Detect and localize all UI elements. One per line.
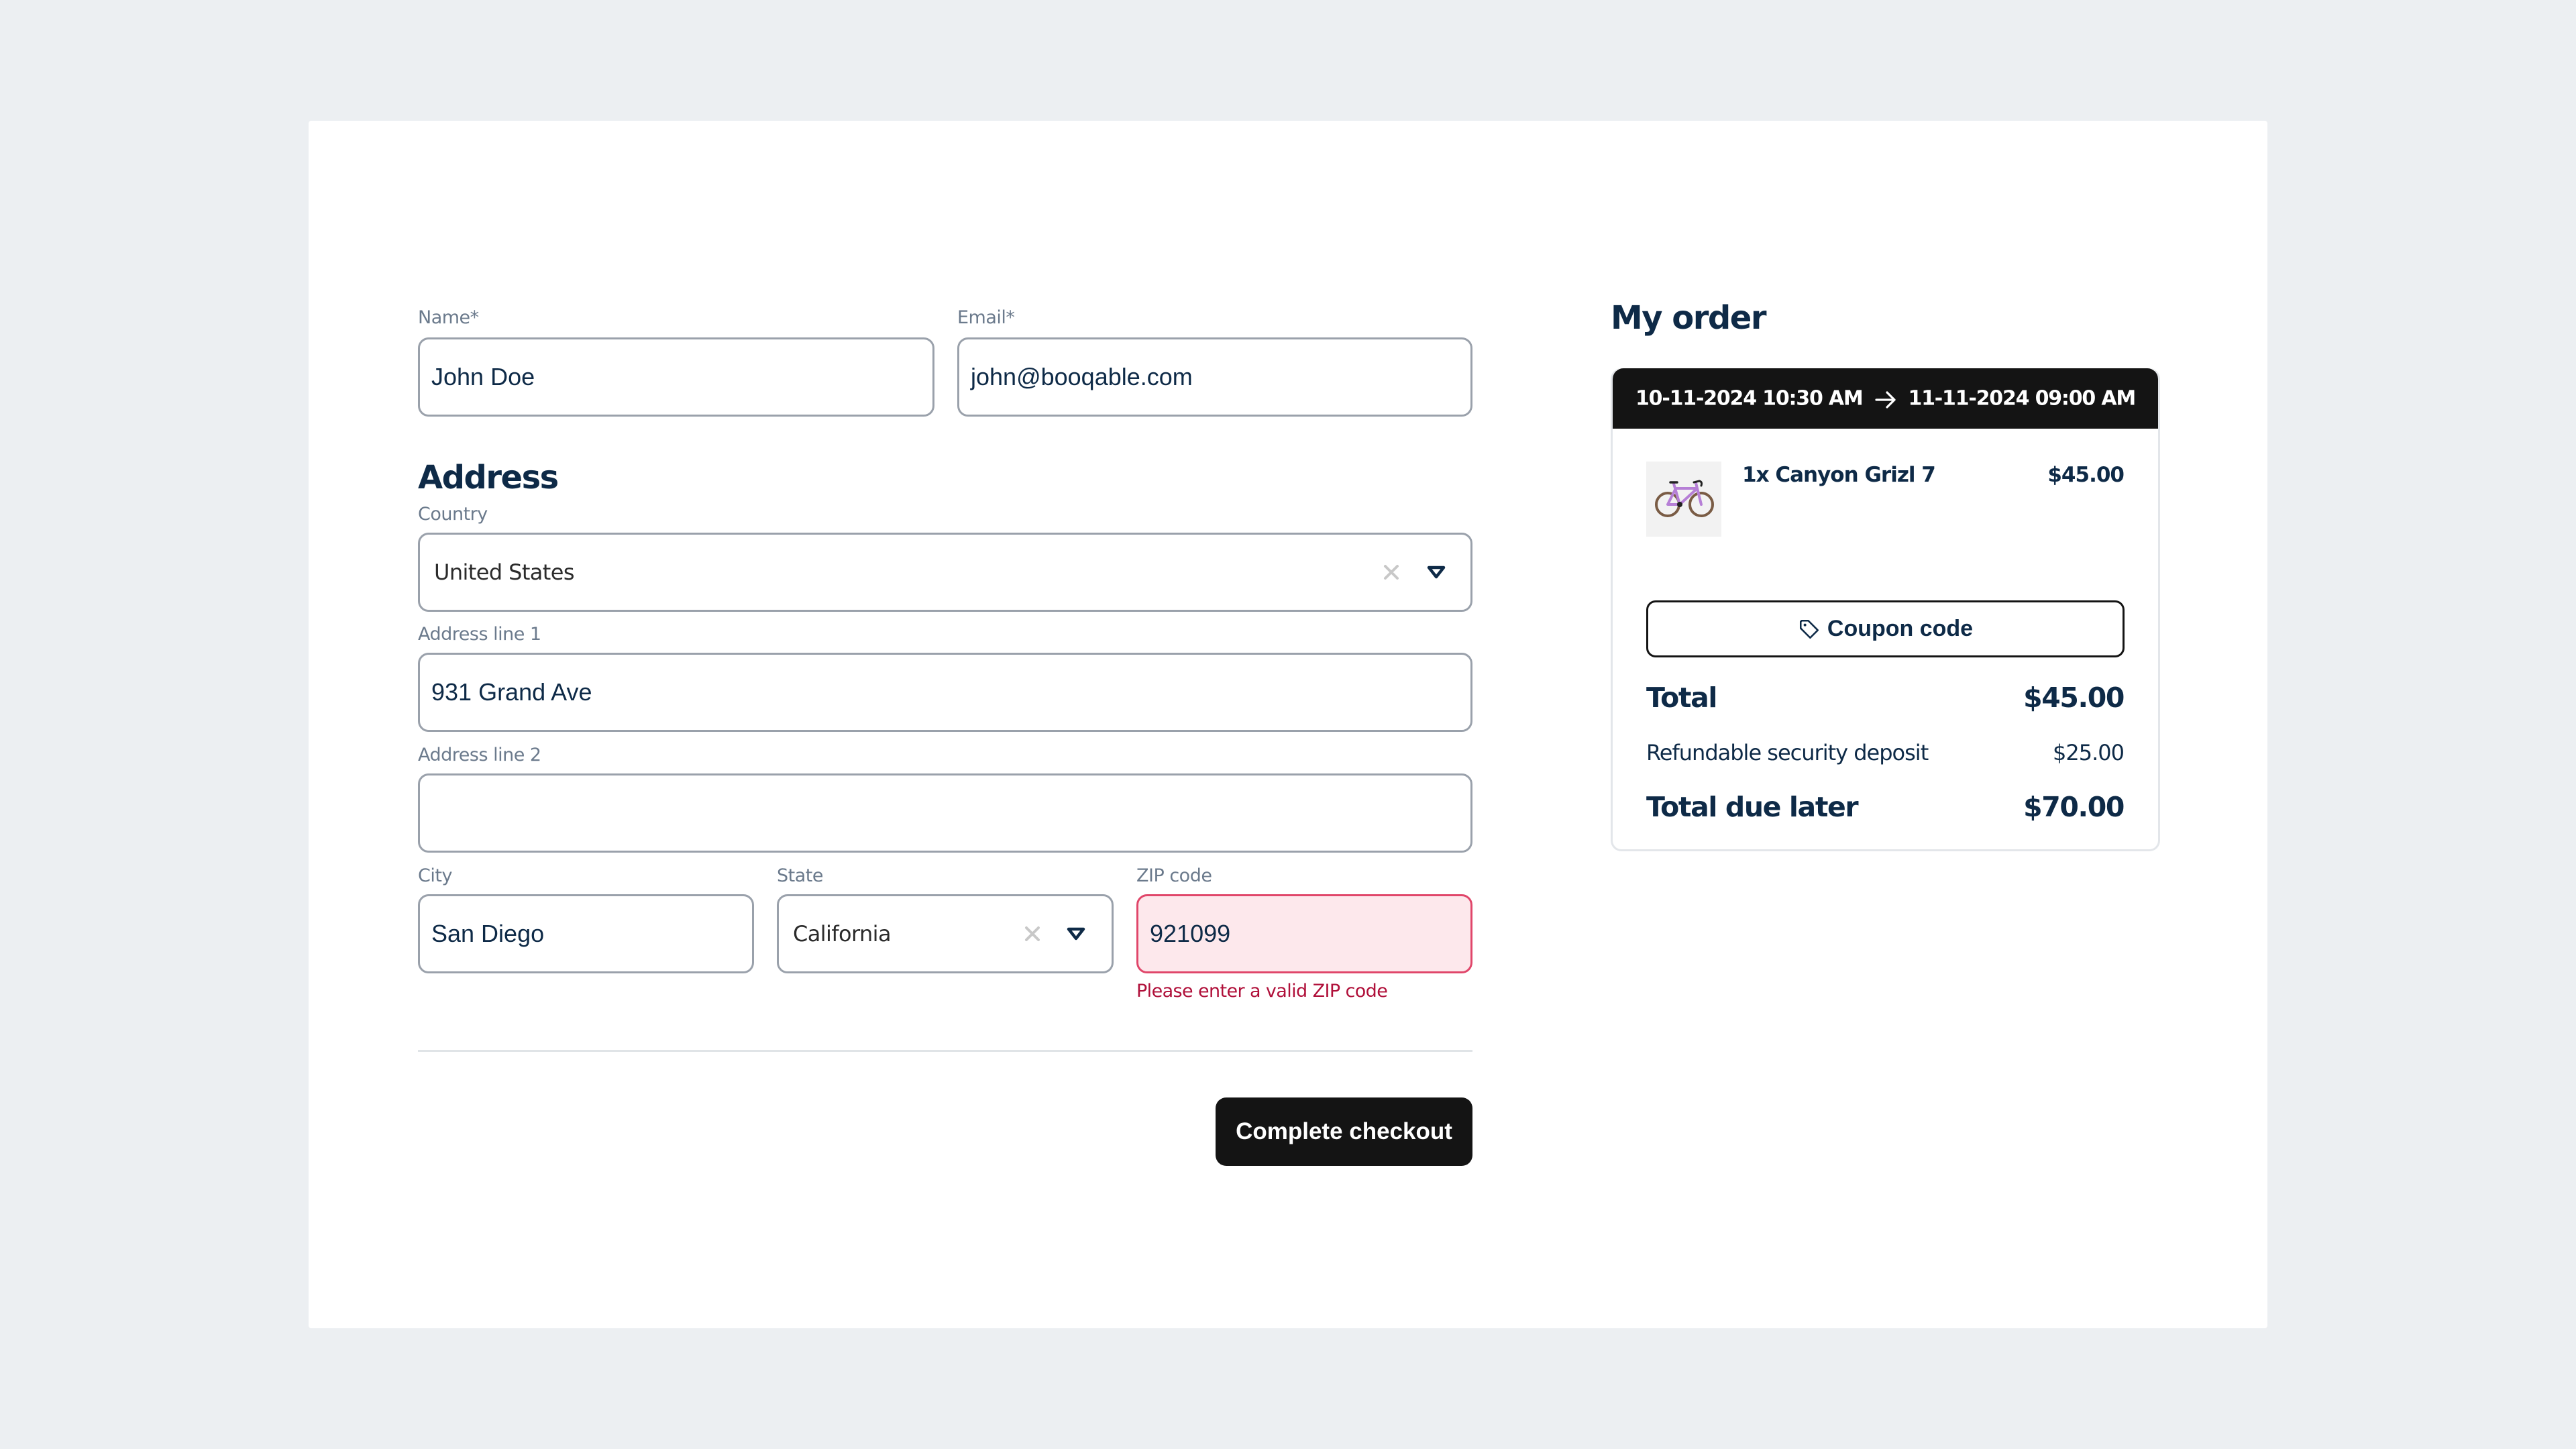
address-line-1-input[interactable]: 931 Grand Ave <box>418 653 1472 732</box>
city-label: City <box>418 865 452 886</box>
country-label: Country <box>418 504 488 525</box>
arrow-right-icon <box>1875 391 1896 409</box>
rental-end-date: 11-11-2024 09:00 AM <box>1908 386 2136 411</box>
state-select[interactable]: California <box>777 894 1114 973</box>
deposit-label: Refundable security deposit <box>1646 740 1929 765</box>
order-item-name: 1x Canyon Grizl 7 <box>1742 463 1936 487</box>
total-due-later-value: $70.00 <box>2023 791 2125 823</box>
address-line-2-input[interactable] <box>418 773 1472 853</box>
total-value: $45.00 <box>2023 682 2125 714</box>
order-title: My order <box>1611 299 1767 337</box>
address-heading: Address <box>418 459 559 496</box>
coupon-code-button[interactable]: Coupon code <box>1646 600 2125 657</box>
country-select[interactable]: United States <box>418 533 1472 612</box>
deposit-value: $25.00 <box>2053 740 2125 765</box>
email-label: Email* <box>957 307 1015 328</box>
total-due-later-label: Total due later <box>1646 791 1859 823</box>
form-divider <box>418 1050 1472 1052</box>
zip-label: ZIP code <box>1136 865 1212 886</box>
complete-checkout-button[interactable]: Complete checkout <box>1216 1097 1472 1166</box>
bicycle-image <box>1646 462 1721 537</box>
zip-input[interactable]: 921099 <box>1136 894 1472 973</box>
address-line-1-value: 931 Grand Ave <box>431 678 592 706</box>
coupon-code-label: Coupon code <box>1827 616 1974 641</box>
state-label: State <box>777 865 823 886</box>
country-clear-icon[interactable] <box>1383 564 1400 581</box>
zip-error-message: Please enter a valid ZIP code <box>1136 981 1388 1002</box>
city-input-value: San Diego <box>431 920 545 947</box>
name-label: Name* <box>418 307 479 328</box>
email-input[interactable]: john@booqable.com <box>957 337 1472 417</box>
address-line-2-label: Address line 2 <box>418 745 541 765</box>
total-label: Total <box>1646 682 1717 714</box>
state-clear-icon[interactable] <box>1024 925 1041 943</box>
name-input[interactable]: John Doe <box>418 337 934 417</box>
email-input-value: john@booqable.com <box>971 363 1193 390</box>
rental-period-bar: 10-11-2024 10:30 AM 11-11-2024 09:00 AM <box>1613 368 2158 429</box>
country-select-value: United States <box>434 559 574 585</box>
rental-start-date: 10-11-2024 10:30 AM <box>1635 386 1864 411</box>
zip-input-value: 921099 <box>1150 920 1231 947</box>
city-input[interactable]: San Diego <box>418 894 754 973</box>
country-chevron-down-icon[interactable] <box>1426 565 1446 580</box>
tag-icon <box>1799 619 1819 639</box>
address-line-1-label: Address line 1 <box>418 624 541 645</box>
name-input-value: John Doe <box>431 363 535 390</box>
state-chevron-down-icon[interactable] <box>1066 926 1086 941</box>
state-select-value: California <box>793 921 892 947</box>
complete-checkout-label: Complete checkout <box>1236 1118 1452 1144</box>
order-item-price: $45.00 <box>2047 463 2125 487</box>
bicycle-icon <box>1655 480 1714 517</box>
